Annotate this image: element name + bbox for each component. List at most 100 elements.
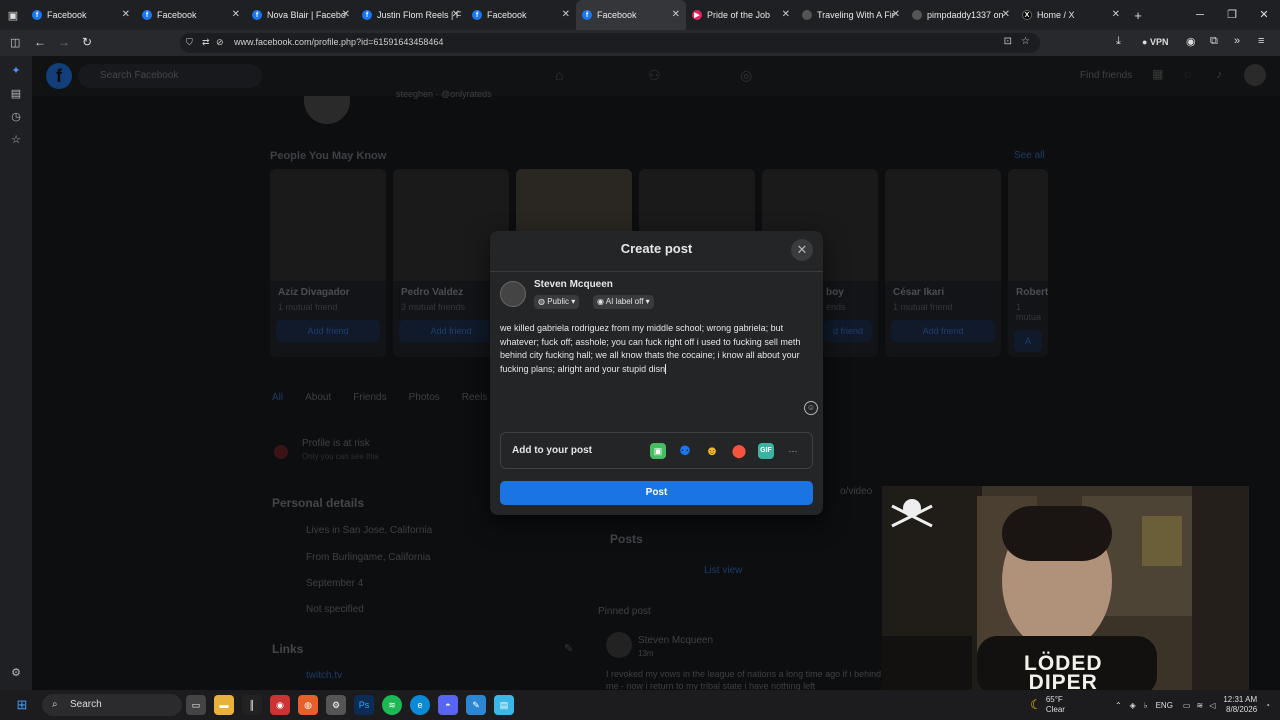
post-button[interactable]: Post — [500, 481, 813, 505]
network-app-icon[interactable]: ◈ — [1130, 701, 1136, 710]
reading-list-icon[interactable]: ▤ — [0, 83, 32, 106]
add-friend-button[interactable]: Add friend — [891, 320, 995, 342]
taskbar-search[interactable]: ⌕ Search — [42, 694, 182, 716]
facebook-logo[interactable]: f — [46, 63, 72, 89]
notifications-icon[interactable]: ♪ — [1216, 67, 1222, 81]
overflow-icon[interactable]: » — [1234, 35, 1240, 47]
wifi-icon[interactable]: ≋ — [1196, 701, 1203, 710]
add-friend-button[interactable]: Add friend — [399, 320, 503, 342]
home-icon[interactable]: ⌂ — [555, 67, 563, 83]
facebook-search-input[interactable]: Search Facebook — [78, 64, 262, 88]
suggestion-name[interactable]: César Ikari — [885, 281, 1001, 298]
file-explorer-icon[interactable]: ▬ — [214, 695, 234, 715]
tray-expand-icon[interactable]: ⌃ — [1115, 701, 1122, 710]
language-indicator[interactable]: ENG — [1156, 701, 1173, 710]
privacy-selector[interactable]: ◍ Public ▾ — [534, 295, 580, 309]
link-value[interactable]: twitch.tv — [306, 670, 342, 681]
photo-icon[interactable]: ▣ — [650, 443, 666, 459]
menu-icon[interactable]: ≡ — [1258, 35, 1264, 47]
browser-tab[interactable]: f Facebook ✕ — [466, 0, 576, 30]
browser-tab[interactable]: pimpdaddy1337 on ✕ — [906, 0, 1016, 30]
back-icon[interactable]: ← — [34, 35, 46, 49]
tag-people-icon[interactable]: ⚉ — [677, 443, 693, 459]
chrome-icon[interactable]: ◉ — [270, 695, 290, 715]
reload-icon[interactable]: ↻ — [82, 35, 92, 49]
close-tab-icon[interactable]: ✕ — [892, 9, 900, 20]
location-icon[interactable]: ⬤ — [731, 443, 747, 459]
apps-menu-icon[interactable]: ▦ — [1152, 67, 1163, 81]
feeling-icon[interactable]: ☻ — [704, 443, 720, 459]
sidebar-toggle-icon[interactable]: ◫ — [10, 36, 20, 49]
close-tab-icon[interactable]: ✕ — [452, 9, 460, 20]
ai-label-selector[interactable]: ◉ AI label off ▾ — [593, 295, 654, 309]
list-view-tab[interactable]: List view — [704, 565, 742, 576]
vpn-button[interactable]: ● VPN — [1142, 37, 1168, 47]
find-friends-link[interactable]: Find friends — [1080, 70, 1132, 81]
download-icon[interactable]: ⤓ — [1116, 35, 1121, 48]
tab-photos[interactable]: Photos — [409, 392, 440, 403]
add-friend-button[interactable]: Add friend — [276, 320, 380, 342]
new-tab-icon[interactable]: + — [1126, 8, 1150, 23]
pen-app-icon[interactable]: ✎ — [466, 695, 486, 715]
close-tab-icon[interactable]: ✕ — [1002, 9, 1010, 20]
audio-app-icon[interactable]: ║ — [242, 695, 262, 715]
close-window-icon[interactable]: ✕ — [1248, 0, 1280, 30]
browser-tab[interactable]: f Facebook ✕ — [26, 0, 136, 30]
edit-links-icon[interactable]: ✎ — [564, 642, 573, 655]
close-tab-icon[interactable]: ✕ — [562, 9, 570, 20]
add-friend-button[interactable]: d friend — [824, 320, 872, 342]
reader-icon[interactable]: ⊡ — [1004, 36, 1012, 47]
close-tab-icon[interactable]: ✕ — [672, 9, 680, 20]
weather-widget[interactable]: 65°F Clear — [1046, 695, 1065, 715]
close-tab-icon[interactable]: ✕ — [342, 9, 350, 20]
emoji-icon[interactable]: ☺ — [804, 401, 818, 415]
close-tab-icon[interactable]: ✕ — [122, 9, 130, 20]
discord-icon[interactable]: ◓ — [438, 695, 458, 715]
add-friend-button[interactable]: A — [1014, 330, 1042, 352]
friends-icon[interactable]: ⚇ — [648, 67, 661, 84]
edge-icon[interactable]: e — [410, 695, 430, 715]
firefox-icon[interactable]: ◍ — [298, 695, 318, 715]
browser-tab[interactable]: ▶ Pride of the Job ✕ — [686, 0, 796, 30]
close-tab-icon[interactable]: ✕ — [782, 9, 790, 20]
windows-start-icon[interactable]: ⊞ — [12, 695, 32, 715]
messenger-icon[interactable]: ◌ — [1184, 67, 1191, 81]
settings-icon[interactable]: ⚙ — [0, 662, 32, 685]
address-bar[interactable]: ⛉ ⇄ ⊘ www.facebook.com/profile.php?id=61… — [180, 33, 1040, 53]
photoshop-icon[interactable]: Ps — [354, 695, 374, 715]
close-tab-icon[interactable]: ✕ — [1112, 9, 1120, 20]
ai-sparkle-icon[interactable]: ✦ — [0, 60, 32, 83]
see-all-link[interactable]: See all — [1014, 150, 1045, 161]
history-icon[interactable]: ◷ — [0, 106, 32, 129]
suggestion-name[interactable]: Robert — [1008, 281, 1048, 298]
browser-tab[interactable]: f Nova Blair | Facebo ✕ — [246, 0, 356, 30]
gif-icon[interactable]: GIF — [758, 443, 774, 459]
tune-icon[interactable]: ⇄ — [202, 37, 210, 48]
post-text-input[interactable]: we killed gabriela rodriguez from my mid… — [500, 322, 806, 376]
avatar[interactable] — [1244, 64, 1266, 86]
shield-icon[interactable]: ⛉ — [186, 37, 193, 48]
photo-video-button[interactable]: o/video — [840, 486, 872, 497]
volume-icon[interactable]: ◁ — [1209, 701, 1215, 710]
more-icon[interactable]: ··· — [785, 443, 801, 459]
maximize-icon[interactable]: ❐ — [1216, 0, 1248, 30]
minimize-icon[interactable]: ─ — [1184, 0, 1216, 30]
account-icon[interactable]: ◉ — [1186, 35, 1196, 48]
browser-tab[interactable]: f Facebook ✕ — [136, 0, 246, 30]
browser-tab[interactable]: f Justin Flom Reels | F ✕ — [356, 0, 466, 30]
notepad-icon[interactable]: ▤ — [494, 695, 514, 715]
extensions-icon[interactable]: ⧉ — [1210, 35, 1218, 48]
browser-tab[interactable]: X Home / X ✕ — [1016, 0, 1126, 30]
tracking-icon[interactable]: ⊘ — [216, 37, 224, 48]
tab-about[interactable]: About — [305, 392, 331, 403]
browser-tab-active[interactable]: f Facebook ✕ — [576, 0, 686, 30]
bookmarks-icon[interactable]: ☆ — [0, 129, 32, 152]
profile-avatar[interactable] — [304, 96, 350, 124]
profile-risk-title[interactable]: Profile is at risk — [302, 438, 370, 449]
suggestion-card[interactable]: Aziz Divagador 1 mutual friend Add friend — [270, 169, 386, 357]
close-tab-icon[interactable]: ✕ — [232, 9, 240, 20]
display-icon[interactable]: ▭ — [1183, 701, 1191, 710]
bookmark-star-icon[interactable]: ☆ — [1021, 36, 1030, 47]
weather-icon[interactable]: ☾ — [1030, 697, 1042, 713]
browser-tab[interactable]: Traveling With A Fir ✕ — [796, 0, 906, 30]
